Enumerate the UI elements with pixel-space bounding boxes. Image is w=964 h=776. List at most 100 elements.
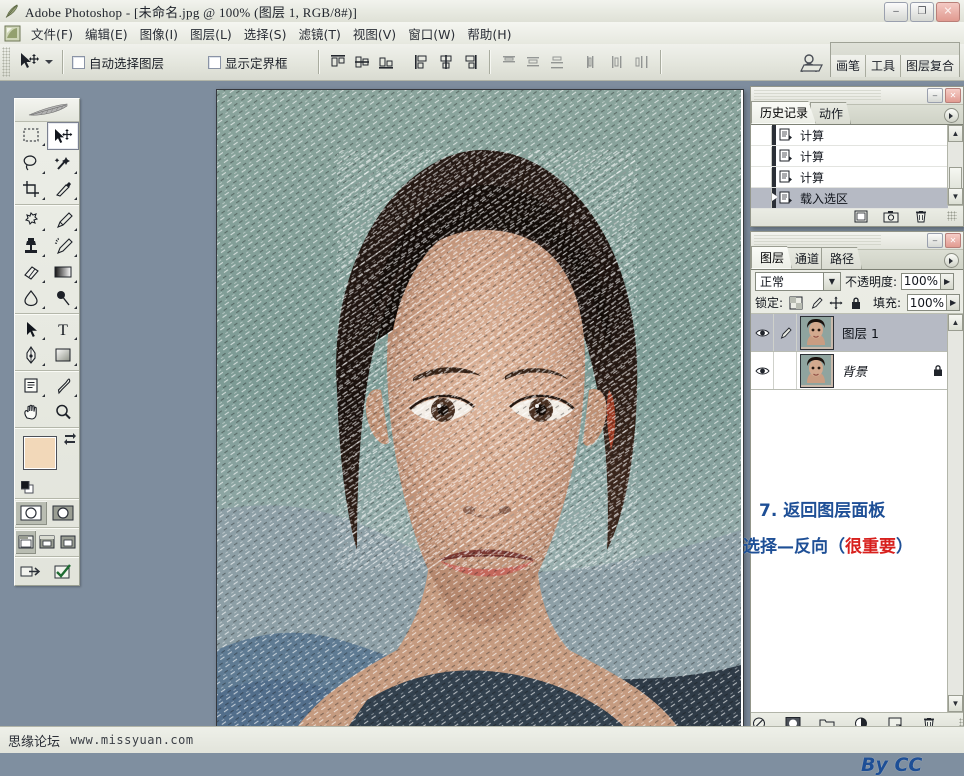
delete-state-icon[interactable]	[913, 209, 929, 224]
create-new-snapshot-icon[interactable]	[883, 209, 899, 224]
clone-stamp-tool[interactable]	[15, 233, 47, 259]
layer-name[interactable]: 背景	[834, 361, 928, 380]
menu-file[interactable]: 文件(F)	[25, 22, 79, 45]
jump-to-imageready-button[interactable]	[15, 559, 47, 585]
history-row-selected[interactable]: 载入选区	[751, 188, 948, 209]
tab-actions[interactable]: 动作	[810, 102, 852, 124]
layers-scroll-down-button[interactable]: ▼	[948, 695, 963, 712]
distribute-left-edges-button[interactable]	[583, 52, 603, 72]
crop-tool[interactable]	[15, 176, 47, 202]
layer-visibility-toggle[interactable]	[751, 352, 774, 389]
history-scroll-down-button[interactable]: ▼	[948, 188, 963, 205]
lock-image-icon[interactable]	[809, 296, 823, 310]
eraser-tool[interactable]	[15, 259, 47, 285]
tool-preset-dropdown-icon[interactable]	[45, 60, 53, 64]
distribute-top-edges-button[interactable]	[499, 52, 519, 72]
chevron-down-icon[interactable]: ▼	[823, 272, 840, 290]
gradient-tool[interactable]	[47, 259, 79, 285]
history-palette-minimize-button[interactable]: –	[927, 88, 943, 103]
document-window[interactable]	[216, 89, 744, 746]
options-current-tool[interactable]	[16, 50, 53, 74]
layer-row-selected[interactable]: 图层 1	[751, 314, 948, 352]
lock-all-icon[interactable]	[849, 296, 863, 310]
lasso-tool[interactable]	[15, 150, 47, 176]
align-left-edges-button[interactable]	[412, 52, 432, 72]
type-tool[interactable]: T	[47, 316, 79, 342]
notes-tool[interactable]	[15, 373, 47, 399]
shape-tool[interactable]	[47, 342, 79, 368]
align-vertical-centers-button[interactable]	[352, 52, 372, 72]
palette-well-tab-layer-comps[interactable]: 图层复合	[900, 55, 959, 77]
full-screen-mode-button[interactable]	[58, 530, 79, 554]
layers-palette-close-button[interactable]: ✕	[945, 233, 961, 248]
layer-brush-slot-empty[interactable]	[774, 352, 797, 389]
edit-in-imageready-button[interactable]	[47, 559, 79, 585]
standard-mode-button[interactable]	[15, 501, 47, 525]
tab-history[interactable]: 历史记录	[751, 101, 817, 124]
distribute-vertical-centers-button[interactable]	[523, 52, 543, 72]
image-canvas[interactable]	[217, 90, 743, 745]
restore-button[interactable]: ❐	[910, 2, 934, 22]
path-selection-tool[interactable]	[15, 316, 47, 342]
file-browser-icon[interactable]	[798, 51, 824, 77]
history-snapshot-source-box[interactable]	[751, 167, 772, 187]
foreground-color-swatch[interactable]	[23, 436, 57, 470]
history-row[interactable]: 计算	[751, 125, 948, 146]
distribute-bottom-edges-button[interactable]	[547, 52, 567, 72]
quick-mask-mode-button[interactable]	[47, 501, 79, 525]
show-bounding-box-checkbox[interactable]: 显示定界框	[208, 53, 288, 72]
history-row[interactable]: 计算	[751, 146, 948, 167]
pen-tool[interactable]	[15, 342, 47, 368]
layers-scroll-up-button[interactable]: ▲	[948, 314, 963, 331]
menu-image[interactable]: 图像(I)	[134, 22, 184, 45]
close-button[interactable]: ✕	[936, 2, 960, 22]
palette-well-tab-tool-presets[interactable]: 工具	[865, 55, 901, 77]
show-bounding-box-box[interactable]	[208, 55, 222, 69]
history-brush-tool[interactable]	[47, 233, 79, 259]
healing-brush-tool[interactable]	[15, 207, 47, 233]
tab-paths[interactable]: 路径	[821, 247, 863, 269]
menu-layer[interactable]: 图层(L)	[184, 22, 238, 45]
lock-position-icon[interactable]	[829, 296, 843, 310]
distribute-right-edges-button[interactable]	[631, 52, 651, 72]
opacity-slider-arrow-icon[interactable]: ▶	[941, 272, 955, 290]
menu-view[interactable]: 视图(V)	[347, 22, 402, 45]
layer-thumbnail[interactable]	[800, 353, 834, 388]
layers-palette-menu-icon[interactable]	[944, 253, 959, 268]
hand-tool[interactable]	[15, 399, 47, 425]
history-palette-close-button[interactable]: ✕	[945, 88, 961, 103]
eyedropper-tool[interactable]	[47, 373, 79, 399]
standard-screen-mode-button[interactable]	[15, 530, 37, 554]
swap-colors-icon[interactable]	[63, 432, 77, 446]
align-top-edges-button[interactable]	[328, 52, 348, 72]
move-tool[interactable]	[47, 122, 79, 150]
lock-transparency-icon[interactable]	[789, 296, 803, 310]
menu-edit[interactable]: 编辑(E)	[79, 22, 134, 45]
layer-row[interactable]: 背景	[751, 352, 948, 390]
auto-select-layer-checkbox[interactable]: 自动选择图层	[72, 53, 164, 72]
layers-palette-minimize-button[interactable]: –	[927, 233, 943, 248]
align-right-edges-button[interactable]	[460, 52, 480, 72]
toolbox-header[interactable]	[15, 99, 79, 122]
full-screen-with-menubar-button[interactable]	[36, 530, 57, 554]
fill-slider-arrow-icon[interactable]: ▶	[947, 294, 961, 311]
history-row[interactable]: 计算	[751, 167, 948, 188]
default-colors-icon[interactable]	[21, 481, 34, 494]
dodge-tool[interactable]	[47, 285, 79, 311]
tab-channels[interactable]: 通道	[786, 247, 828, 269]
tab-layers[interactable]: 图层	[751, 246, 793, 269]
history-scrollbar[interactable]: ▲ ▼	[947, 125, 963, 205]
align-horizontal-centers-button[interactable]	[436, 52, 456, 72]
menu-filter[interactable]: 滤镜(T)	[292, 22, 346, 45]
layer-name[interactable]: 图层 1	[834, 323, 948, 342]
layers-scrollbar[interactable]: ▲ ▼	[947, 314, 963, 712]
layer-thumbnail[interactable]	[800, 315, 834, 350]
history-snapshot-source-box[interactable]	[751, 146, 772, 166]
history-palette-resize-grip[interactable]	[947, 211, 957, 221]
magic-wand-tool[interactable]	[47, 150, 79, 176]
auto-select-layer-box[interactable]	[72, 55, 85, 69]
history-palette-menu-icon[interactable]	[944, 108, 959, 123]
opacity-input[interactable]: 100%	[901, 272, 942, 290]
palette-well-tab-brushes[interactable]: 画笔	[830, 55, 866, 77]
history-snapshot-source-box[interactable]	[751, 188, 772, 208]
